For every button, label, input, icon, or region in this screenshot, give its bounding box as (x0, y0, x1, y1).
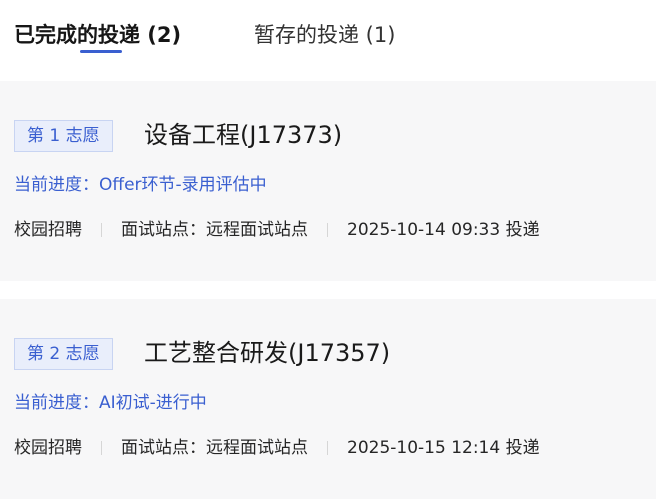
interview-site: 面试站点：远程面试站点 (121, 220, 308, 240)
progress-status: 当前进度：Offer环节-录用评估中 (14, 175, 267, 195)
application-card[interactable]: 第 1 志愿 设备工程(J17373) 当前进度：Offer环节-录用评估中 校… (0, 81, 656, 281)
tab-completed-applications[interactable]: 已完成的投递 (2) (14, 20, 181, 50)
application-card[interactable]: 第 2 志愿 工艺整合研发(J17357) 当前进度：AI初试-进行中 校园招聘… (0, 299, 656, 499)
application-meta: 校园招聘 面试站点：远程面试站点 2025-10-15 12:14 投递 (14, 435, 540, 461)
divider (101, 441, 102, 455)
tab-bar: 已完成的投递 (2) 暂存的投递 (1) (0, 0, 656, 80)
recruitment-type: 校园招聘 (14, 220, 82, 240)
submitted-time: 2025-10-15 12:14 投递 (347, 438, 540, 458)
application-meta: 校园招聘 面试站点：远程面试站点 2025-10-14 09:33 投递 (14, 217, 540, 243)
tab-saved-applications[interactable]: 暂存的投递 (1) (254, 20, 395, 50)
active-tab-indicator (80, 50, 122, 53)
divider (327, 223, 328, 237)
recruitment-type: 校园招聘 (14, 438, 82, 458)
choice-badge: 第 2 志愿 (14, 338, 113, 370)
job-title[interactable]: 设备工程(J17373) (144, 117, 342, 153)
divider (327, 441, 328, 455)
divider (101, 223, 102, 237)
progress-status: 当前进度：AI初试-进行中 (14, 393, 207, 413)
submitted-time: 2025-10-14 09:33 投递 (347, 220, 540, 240)
interview-site: 面试站点：远程面试站点 (121, 438, 308, 458)
job-title[interactable]: 工艺整合研发(J17357) (144, 335, 390, 371)
choice-badge: 第 1 志愿 (14, 120, 113, 152)
